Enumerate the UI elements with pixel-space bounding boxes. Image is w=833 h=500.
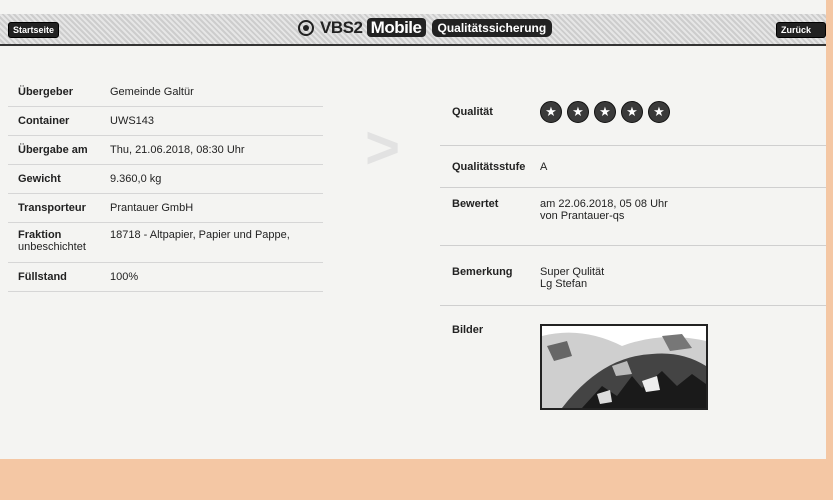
app-title-suffix: Mobile [366, 18, 426, 37]
star-icon[interactable]: ★ [621, 100, 643, 123]
remark-line2: Lg Stefan [540, 278, 588, 290]
star-icon[interactable]: ★ [594, 100, 616, 123]
images-label: Bilder [452, 324, 484, 336]
detail-value: 18718 - Altpapier, Papier und Pappe, [110, 229, 290, 241]
fraktion-label-sub: unbeschichtet [18, 241, 86, 253]
detail-row-uebergabe: Übergabe am Thu, 21.06.2018, 08:30 Uhr [8, 136, 323, 165]
detail-value: Gemeinde Galtür [110, 86, 194, 98]
images-row: Bilder [440, 306, 826, 434]
detail-value: Thu, 21.06.2018, 08:30 Uhr [110, 144, 245, 156]
quality-stars-cell: ★ ★ ★ ★ ★ [540, 100, 826, 123]
quality-level-label: Qualitätsstufe [452, 160, 526, 173]
quality-label: Qualität [452, 105, 493, 118]
rated-label: Bewertet [452, 198, 499, 210]
app-title-group: VBS2 Mobile Qualitätssicherung [298, 18, 553, 38]
detail-row-fuellstand: Füllstand 100% [8, 263, 323, 292]
star-icon[interactable]: ★ [540, 100, 562, 123]
delivery-details: Übergeber Gemeinde Galtür Container UWS1… [8, 78, 323, 292]
photo-thumbnail[interactable] [540, 324, 708, 410]
detail-label: Fraktion unbeschichtet [8, 229, 110, 253]
rated-value: am 22.06.2018, 05 08 Uhr von Prantauer-q… [540, 198, 826, 222]
paper-pile-image [542, 326, 706, 408]
detail-value: 9.360,0 kg [110, 173, 162, 185]
detail-label: Übergabe am [18, 144, 88, 156]
detail-label: Transporteur [18, 202, 86, 214]
detail-value: UWS143 [110, 115, 155, 127]
remark-line1: Super Qulität [540, 266, 605, 278]
rated-row: Bewertet am 22.06.2018, 05 08 Uhr von Pr… [440, 188, 826, 246]
star-rating[interactable]: ★ ★ ★ ★ ★ [540, 100, 826, 123]
remark-value: Super Qulität Lg Stefan [540, 266, 826, 290]
remark-label: Bemerkung [452, 266, 513, 278]
images-value [540, 324, 826, 410]
logo-icon [298, 20, 314, 36]
star-icon[interactable]: ★ [567, 100, 589, 123]
detail-label: Gewicht [18, 173, 61, 185]
chevron-right-icon: > [365, 114, 401, 181]
rated-date: am 22.06.2018, 05 08 Uhr [540, 198, 668, 210]
module-badge: Qualitätssicherung [431, 19, 553, 37]
quality-level-value: A [540, 160, 548, 173]
quality-assessment: Qualität ★ ★ ★ ★ ★ Qualitätsstufe A Bewertet… [440, 78, 826, 434]
home-button[interactable]: Startseite [8, 22, 60, 38]
detail-row-gewicht: Gewicht 9.360,0 kg [8, 165, 323, 194]
detail-label: Container [18, 115, 70, 127]
remark-row: Bemerkung Super Qulität Lg Stefan [440, 246, 826, 306]
top-header: Startseite VBS2 Mobile Qualitätssicherun… [0, 14, 826, 46]
app-title-prefix: VBS2 [320, 18, 363, 37]
quality-row: Qualität ★ ★ ★ ★ ★ [440, 78, 826, 146]
detail-label: Übergeber [18, 86, 74, 98]
app-title: VBS2 Mobile [320, 18, 426, 38]
quality-level-row: Qualitätsstufe A [440, 146, 826, 188]
app-screen: Startseite VBS2 Mobile Qualitätssicherun… [0, 0, 826, 459]
star-icon[interactable]: ★ [648, 100, 670, 123]
detail-row-transporteur: Transporteur Prantauer GmbH [8, 194, 323, 223]
detail-value: Prantauer GmbH [110, 202, 194, 214]
detail-row-uebergeber: Übergeber Gemeinde Galtür [8, 78, 323, 107]
rated-by: von Prantauer-qs [540, 210, 625, 222]
detail-label: Füllstand [18, 271, 67, 283]
fraktion-label: Fraktion [18, 229, 62, 241]
detail-value: 100% [110, 271, 139, 283]
back-button[interactable]: Zurück [776, 22, 826, 38]
detail-row-container: Container UWS143 [8, 107, 323, 136]
detail-row-fraktion: Fraktion unbeschichtet 18718 - Altpapier… [8, 223, 323, 263]
